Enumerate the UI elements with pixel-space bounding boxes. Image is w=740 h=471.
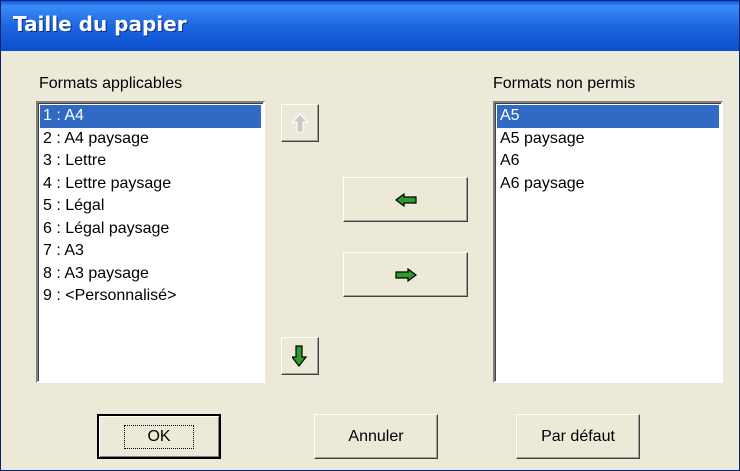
list-item[interactable]: A5 paysage — [497, 128, 719, 151]
ok-button-label: OK — [124, 424, 194, 449]
arrow-left-icon — [394, 192, 417, 207]
list-item[interactable]: 1 : A4 — [40, 105, 261, 128]
list-item[interactable]: 8 : A3 paysage — [40, 263, 261, 286]
list-item[interactable]: A6 paysage — [497, 173, 719, 196]
cancel-button[interactable]: Annuler — [314, 414, 438, 459]
move-up-button[interactable] — [281, 104, 319, 142]
disallowed-formats-label: Formats non permis — [493, 75, 636, 92]
list-item[interactable]: 4 : Lettre paysage — [40, 173, 261, 196]
ok-button[interactable]: OK — [97, 414, 221, 459]
list-item[interactable]: 5 : Légal — [40, 195, 261, 218]
move-right-button[interactable] — [343, 252, 468, 297]
list-item[interactable]: 7 : A3 — [40, 240, 261, 263]
list-item[interactable]: 3 : Lettre — [40, 150, 261, 173]
list-item[interactable]: 9 : <Personnalisé> — [40, 285, 261, 308]
disallowed-formats-list[interactable]: A5 A5 paysage A6 A6 paysage — [493, 101, 723, 383]
list-item[interactable]: A5 — [497, 105, 719, 128]
arrow-up-icon — [292, 113, 308, 133]
cancel-button-label: Annuler — [348, 427, 404, 445]
title-bar[interactable]: Taille du papier — [1, 1, 739, 51]
list-item[interactable]: 6 : Légal paysage — [40, 218, 261, 241]
default-button[interactable]: Par défaut — [516, 414, 640, 459]
dialog-title: Taille du papier — [13, 12, 187, 36]
arrow-right-icon — [394, 267, 417, 282]
applicable-formats-list[interactable]: 1 : A4 2 : A4 paysage 3 : Lettre 4 : Let… — [36, 101, 265, 383]
move-down-button[interactable] — [281, 337, 319, 375]
list-item[interactable]: A6 — [497, 150, 719, 173]
list-item[interactable]: 2 : A4 paysage — [40, 128, 261, 151]
arrow-down-icon — [292, 345, 308, 367]
paper-size-dialog: Taille du papier Formats applicables 1 :… — [0, 0, 740, 471]
move-left-button[interactable] — [343, 177, 468, 222]
applicable-formats-label: Formats applicables — [39, 75, 183, 92]
default-button-label: Par défaut — [541, 427, 615, 445]
